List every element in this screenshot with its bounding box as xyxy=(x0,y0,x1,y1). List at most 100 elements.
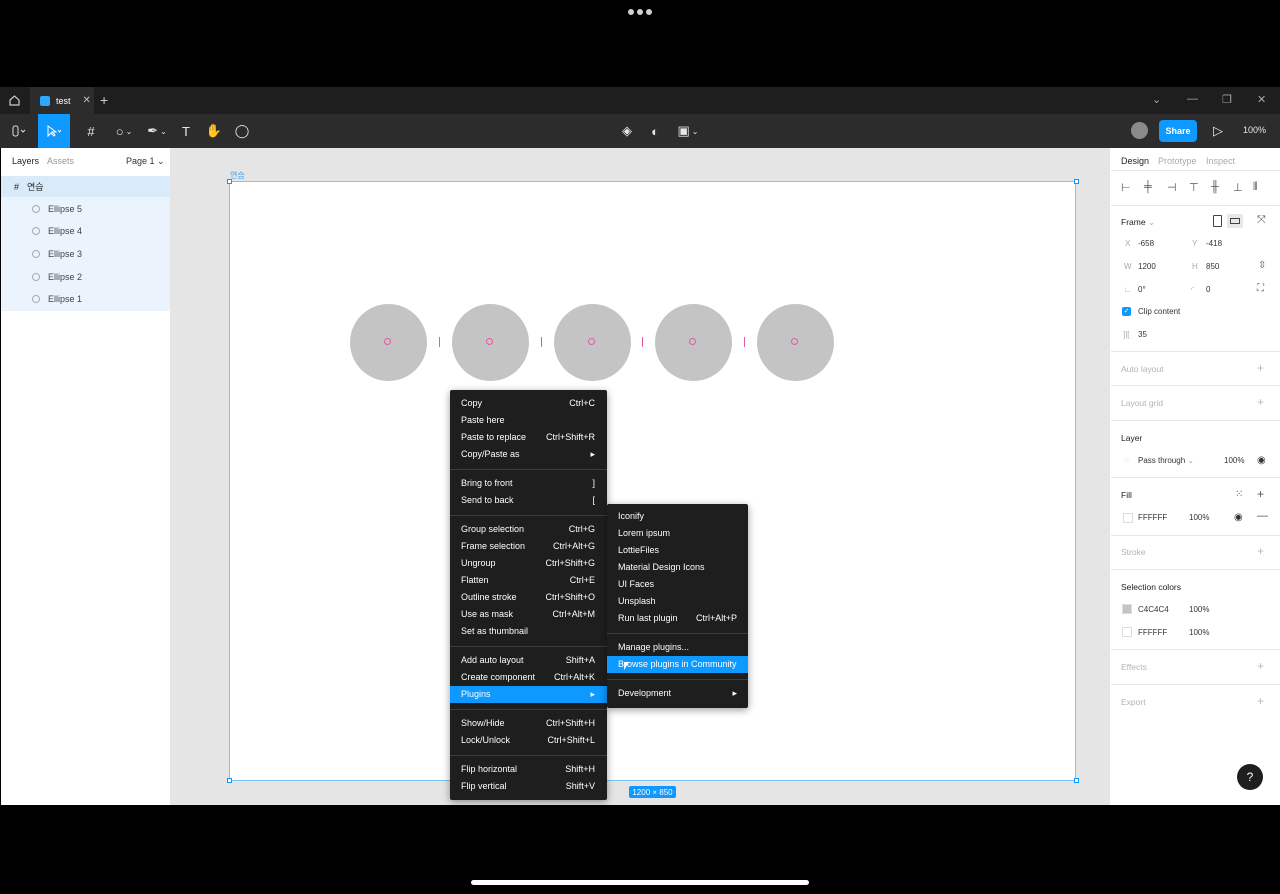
layer-ellipse-4[interactable]: Ellipse 4 xyxy=(1,220,170,242)
menu-item-paste-to-replace[interactable]: Paste to replace Ctrl+Shift+R xyxy=(450,429,607,446)
layer-frame[interactable]: # 연습 xyxy=(1,176,170,197)
spacing-marker[interactable] xyxy=(744,337,745,347)
width-input[interactable]: 1200 xyxy=(1138,262,1156,271)
submenu-item-unsplash[interactable]: Unsplash xyxy=(607,593,748,610)
add-fill-icon[interactable]: + xyxy=(1257,487,1264,501)
spacing-marker[interactable] xyxy=(541,337,542,347)
hand-tool-icon[interactable]: ✋ xyxy=(203,114,225,148)
distribute-icon[interactable]: ⫴ xyxy=(1253,181,1258,194)
fill-opacity-input[interactable]: 100% xyxy=(1189,513,1209,522)
menu-item-outline-stroke[interactable]: Outline stroke Ctrl+Shift+O xyxy=(450,589,607,606)
layer-ellipse-3[interactable]: Ellipse 3 xyxy=(1,243,170,265)
pen-tool-icon[interactable]: ✒ ⌄ xyxy=(144,114,170,148)
align-middle-v-icon[interactable]: ╫ xyxy=(1211,181,1219,193)
canvas-frame-label[interactable]: 연습 xyxy=(230,170,245,181)
tab-layers[interactable]: Layers xyxy=(12,156,39,166)
rotation-input[interactable]: 0° xyxy=(1138,285,1146,294)
tab-design[interactable]: Design xyxy=(1121,156,1149,166)
mask-icon[interactable]: ◐ xyxy=(645,114,665,148)
y-input[interactable]: -418 xyxy=(1206,239,1222,248)
chevron-down-icon[interactable]: ⌄ xyxy=(1152,93,1161,106)
boolean-ops-icon[interactable]: ▣ ⌄ xyxy=(674,114,702,148)
align-top-icon[interactable]: ⊤ xyxy=(1189,181,1199,194)
window-close-icon[interactable]: ✕ xyxy=(1257,93,1266,106)
landscape-toggle[interactable] xyxy=(1227,214,1243,228)
menu-item-copy[interactable]: Copy Ctrl+C xyxy=(450,395,607,412)
close-tab-icon[interactable]: ✕ xyxy=(83,95,91,106)
canvas-ellipse-4[interactable] xyxy=(655,304,732,381)
spacing-marker[interactable] xyxy=(439,337,440,347)
text-tool-icon[interactable]: T xyxy=(176,114,196,148)
x-input[interactable]: -658 xyxy=(1138,239,1154,248)
add-layout-grid-icon[interactable]: + xyxy=(1257,395,1264,409)
menu-item-paste-here[interactable]: Paste here xyxy=(450,412,607,429)
eye-icon[interactable]: ◉ xyxy=(1234,512,1243,523)
portrait-icon[interactable] xyxy=(1213,215,1222,227)
help-icon[interactable]: ? xyxy=(1237,764,1263,790)
fill-hex-input[interactable]: FFFFFF xyxy=(1138,513,1167,522)
menu-item-plugins[interactable]: Plugins ▸ xyxy=(450,686,607,703)
add-auto-layout-icon[interactable]: + xyxy=(1257,361,1264,375)
tab-prototype[interactable]: Prototype xyxy=(1158,156,1197,166)
minimize-icon[interactable]: — xyxy=(1187,93,1198,105)
canvas-ellipse-3[interactable] xyxy=(554,304,631,381)
page-selector[interactable]: Page 1 ⌄ xyxy=(126,156,165,167)
tab-assets[interactable]: Assets xyxy=(47,156,74,166)
independent-corners-icon[interactable]: ⛶ xyxy=(1257,283,1264,294)
layer-ellipse-5[interactable]: Ellipse 5 xyxy=(1,198,170,220)
comment-tool-icon[interactable]: ◯ xyxy=(232,114,252,148)
submenu-item-manage-plugins[interactable]: Manage plugins... xyxy=(607,639,748,656)
menu-item-set-as-thumbnail[interactable]: Set as thumbnail xyxy=(450,623,607,640)
new-tab-icon[interactable]: + xyxy=(100,92,108,108)
menu-item-show-hide[interactable]: Show/Hide Ctrl+Shift+H xyxy=(450,715,607,732)
home-icon[interactable] xyxy=(9,93,20,111)
selection-color-hex[interactable]: C4C4C4 xyxy=(1138,605,1169,614)
shape-tool-icon[interactable]: ○ ⌄ xyxy=(110,114,138,148)
fill-swatch[interactable] xyxy=(1123,513,1133,523)
remove-fill-icon[interactable]: — xyxy=(1257,510,1268,522)
menu-item-bring-to-front[interactable]: Bring to front] xyxy=(450,475,607,492)
submenu-item-ui-faces[interactable]: UI Faces xyxy=(607,576,748,593)
layer-ellipse-1[interactable]: Ellipse 1 xyxy=(1,288,170,310)
submenu-item-iconify[interactable]: Iconify xyxy=(607,508,748,525)
submenu-item-development[interactable]: Development ▸ xyxy=(607,685,748,702)
canvas-ellipse-1[interactable] xyxy=(350,304,427,381)
home-indicator[interactable] xyxy=(471,880,809,885)
resize-handle[interactable] xyxy=(1074,179,1079,184)
tab-inspect[interactable]: Inspect xyxy=(1206,156,1235,166)
align-left-icon[interactable]: ⊢ xyxy=(1121,181,1131,194)
frame-section-title[interactable]: Frame ⌄ xyxy=(1121,217,1155,228)
menu-item-frame-selection[interactable]: Frame selection Ctrl+Alt+G xyxy=(450,538,607,555)
add-stroke-icon[interactable]: + xyxy=(1257,544,1264,558)
resize-handle[interactable] xyxy=(1074,778,1079,783)
height-input[interactable]: 850 xyxy=(1206,262,1219,271)
resize-to-fit-icon[interactable]: ⤧ xyxy=(1257,214,1266,227)
canvas-ellipse-5[interactable] xyxy=(757,304,834,381)
canvas-ellipse-2[interactable] xyxy=(452,304,529,381)
menu-item-add-auto-layout[interactable]: Add auto layout Shift+A xyxy=(450,652,607,669)
more-options-dots[interactable] xyxy=(628,9,654,17)
menu-item-flip-vertical[interactable]: Flip vertical Shift+V xyxy=(450,778,607,795)
file-tab[interactable]: test ✕ xyxy=(30,87,94,114)
selection-color-hex[interactable]: FFFFFF xyxy=(1138,628,1167,637)
align-bottom-icon[interactable]: ⊥ xyxy=(1233,181,1243,194)
resize-handle[interactable] xyxy=(227,778,232,783)
selection-color-opacity[interactable]: 100% xyxy=(1189,628,1209,637)
align-center-h-icon[interactable]: ╪ xyxy=(1144,181,1152,193)
frame-tool-icon[interactable]: # xyxy=(78,114,104,148)
align-right-icon[interactable]: ⊣ xyxy=(1167,181,1177,194)
restore-icon[interactable]: ❐ xyxy=(1222,93,1232,106)
selection-color-opacity[interactable]: 100% xyxy=(1189,605,1209,614)
menu-item-copy-paste-as[interactable]: Copy/Paste as ▸ xyxy=(450,446,607,463)
layer-opacity-input[interactable]: 100% xyxy=(1224,456,1244,465)
menu-item-use-as-mask[interactable]: Use as mask Ctrl+Alt+M xyxy=(450,606,607,623)
submenu-item-material-design-icons[interactable]: Material Design Icons xyxy=(607,559,748,576)
component-icon[interactable]: ◈ xyxy=(617,114,637,148)
submenu-item-lorem-ipsum[interactable]: Lorem ipsum xyxy=(607,525,748,542)
clip-content-checkbox[interactable]: ✓ xyxy=(1122,307,1131,316)
add-export-icon[interactable]: + xyxy=(1257,694,1264,708)
color-swatch[interactable] xyxy=(1122,604,1132,614)
submenu-item-run-last-plugin[interactable]: Run last plugin Ctrl+Alt+P xyxy=(607,610,748,627)
share-button[interactable]: Share xyxy=(1159,120,1197,142)
spacing-input[interactable]: 35 xyxy=(1138,330,1147,339)
